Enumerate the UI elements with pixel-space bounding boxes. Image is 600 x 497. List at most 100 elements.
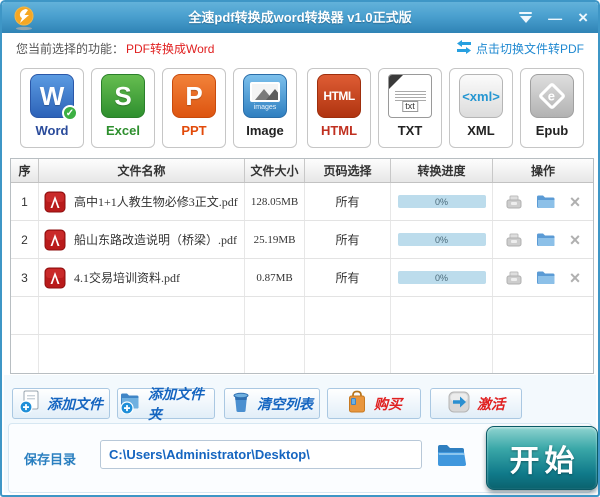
pdf-file-icon [44, 267, 66, 289]
current-function-label: 您当前选择的功能： [16, 40, 124, 57]
browse-folder-icon[interactable] [436, 442, 468, 473]
add-folder-button[interactable]: 添加文件夹 [117, 388, 215, 419]
format-image[interactable]: images Image [233, 68, 297, 148]
format-word[interactable]: W ✓ Word [20, 68, 84, 148]
file-size: 128.05MB [245, 183, 305, 220]
remove-icon[interactable]: × [570, 233, 581, 247]
word-icon-letter: W [40, 81, 65, 112]
close-icon[interactable]: × [578, 8, 588, 28]
skin-menu-icon[interactable] [519, 12, 532, 23]
current-function-value: PDF转换成Word [126, 40, 214, 57]
format-html-label: HTML [321, 123, 357, 138]
open-folder-icon[interactable] [536, 270, 556, 285]
row-actions: × [493, 183, 593, 220]
table-row: 1 高中1+1人教生物必修3正文.pdf 128.05MB 所有 0% × [11, 183, 593, 221]
format-html[interactable]: HTML HTML [307, 68, 371, 148]
minimize-icon[interactable]: — [548, 13, 562, 23]
format-xml[interactable]: <xml> XML [449, 68, 513, 148]
progress-cell: 0% [391, 259, 493, 296]
open-folder-icon[interactable] [536, 232, 556, 247]
format-ppt[interactable]: P PPT [162, 68, 226, 148]
txt-icon-tag: txt [402, 101, 418, 112]
shopping-bag-icon [346, 390, 368, 417]
epub-icon-letter: e [548, 88, 555, 103]
activate-button[interactable]: 激活 [430, 388, 522, 419]
xml-icon: <xml> [459, 74, 503, 118]
format-txt[interactable]: txt TXT [378, 68, 442, 148]
clear-list-label: 清空列表 [257, 394, 313, 414]
image-icon: images [243, 74, 287, 118]
format-txt-label: TXT [398, 123, 423, 138]
save-directory-label: 保存目录 [24, 449, 76, 468]
convert-icon[interactable] [506, 195, 522, 209]
image-icon-caption: images [254, 104, 277, 111]
buy-button[interactable]: 购买 [327, 388, 421, 419]
convert-icon[interactable] [506, 233, 522, 247]
pdf-file-icon [44, 229, 66, 251]
trash-icon [231, 391, 251, 416]
file-name: 4.1交易培训资料.pdf [74, 269, 180, 286]
title-bar: 全速pdf转换成word转换器 v1.0正式版 — × [2, 2, 598, 33]
file-size: 25.19MB [245, 221, 305, 258]
remove-icon[interactable]: × [570, 195, 581, 209]
xml-icon-text: <xml> [462, 89, 500, 104]
row-seq: 1 [11, 183, 39, 220]
buy-label: 购买 [374, 394, 402, 414]
table-row: 3 4.1交易培训资料.pdf 0.87MB 所有 0% × [11, 259, 593, 297]
header-progress: 转换进度 [391, 159, 493, 182]
add-file-icon [19, 390, 41, 417]
switch-mode-link[interactable]: 点击切换文件转PDF [456, 40, 584, 57]
row-actions: × [493, 221, 593, 258]
row-name-cell: 船山东路改造说明（桥梁）.pdf [39, 221, 245, 258]
html-icon-text: HTML [323, 89, 354, 103]
photo-thumbnail [250, 82, 280, 102]
format-xml-label: XML [467, 123, 494, 138]
progress-bar: 0% [398, 195, 486, 208]
save-directory-input[interactable] [100, 440, 422, 469]
swap-arrows-icon [456, 40, 472, 57]
header-seq: 序 [11, 159, 39, 182]
table-empty-row [11, 297, 593, 335]
html-icon: HTML [317, 74, 361, 118]
ppt-icon-letter: P [185, 81, 202, 112]
format-epub-label: Epub [536, 123, 569, 138]
app-window: 全速pdf转换成word转换器 v1.0正式版 — × 您当前选择的功能： PD… [0, 0, 600, 497]
header-filesize: 文件大小 [245, 159, 305, 182]
start-label: 开始 [510, 436, 580, 480]
progress-text: 0% [435, 235, 448, 245]
page-fold [389, 75, 403, 89]
txt-icon: txt [388, 74, 432, 118]
row-name-cell: 4.1交易培训资料.pdf [39, 259, 245, 296]
remove-icon[interactable]: × [570, 271, 581, 285]
page-selection: 所有 [305, 183, 391, 220]
row-actions: × [493, 259, 593, 296]
format-excel[interactable]: S Excel [91, 68, 155, 148]
header-actions: 操作 [493, 159, 593, 182]
table-empty-row [11, 335, 593, 373]
add-file-button[interactable]: 添加文件 [12, 388, 110, 419]
progress-bar: 0% [398, 271, 486, 284]
selected-check-icon: ✓ [62, 105, 78, 121]
pdf-file-icon [44, 191, 66, 213]
file-name: 高中1+1人教生物必修3正文.pdf [74, 193, 238, 210]
row-name-cell: 高中1+1人教生物必修3正文.pdf [39, 183, 245, 220]
add-file-label: 添加文件 [47, 394, 103, 414]
progress-bar: 0% [398, 233, 486, 246]
format-word-label: Word [36, 123, 69, 138]
window-controls: — × [519, 2, 588, 33]
header-filename: 文件名称 [39, 159, 245, 182]
clear-list-button[interactable]: 清空列表 [224, 388, 320, 419]
function-bar: 您当前选择的功能： PDF转换成Word 点击切换文件转PDF [4, 33, 596, 63]
activate-arrow-icon [447, 390, 471, 417]
format-ppt-label: PPT [181, 123, 206, 138]
file-name: 船山东路改造说明（桥梁）.pdf [74, 231, 237, 248]
start-button[interactable]: 开始 [486, 426, 598, 490]
progress-cell: 0% [391, 183, 493, 220]
page-selection: 所有 [305, 221, 391, 258]
row-seq: 2 [11, 221, 39, 258]
current-function: 您当前选择的功能： PDF转换成Word [16, 40, 214, 57]
open-folder-icon[interactable] [536, 194, 556, 209]
format-epub[interactable]: e Epub [520, 68, 584, 148]
convert-icon[interactable] [506, 271, 522, 285]
excel-icon-letter: S [114, 81, 131, 112]
